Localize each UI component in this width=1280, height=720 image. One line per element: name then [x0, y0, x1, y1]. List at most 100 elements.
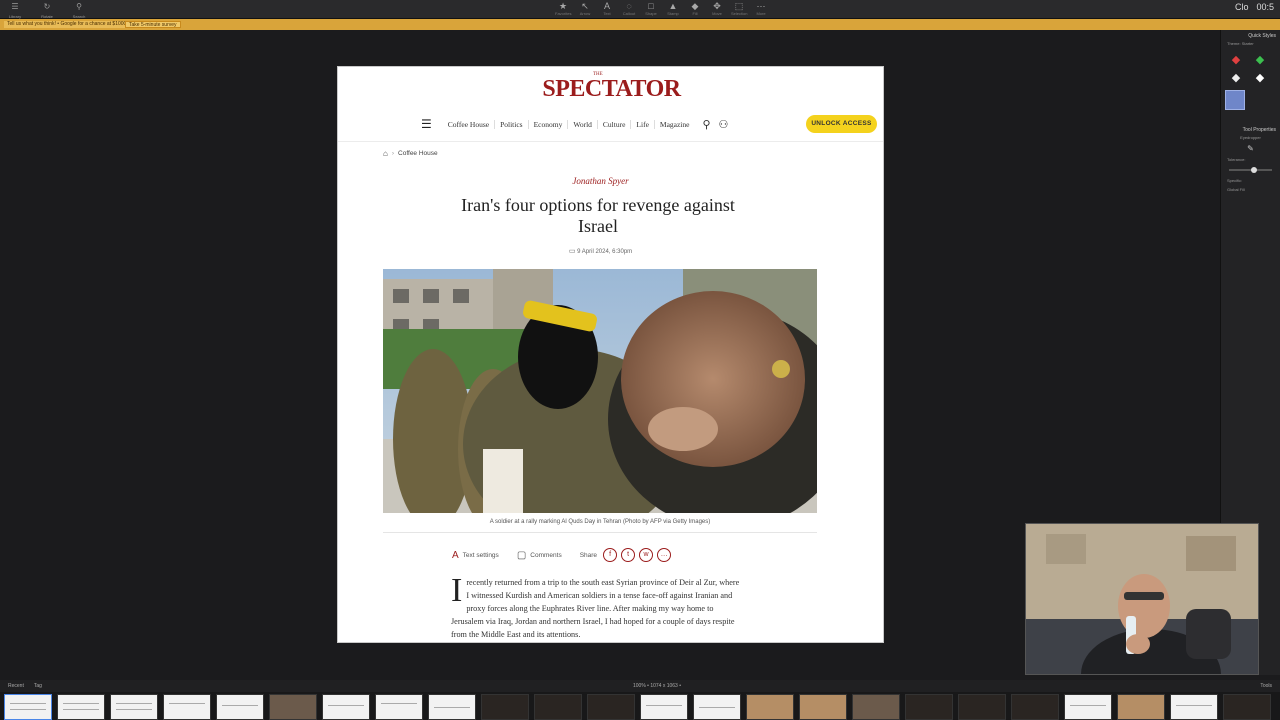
capture-thumbnail[interactable] [1064, 694, 1112, 720]
tools-toggle[interactable]: Tools [1260, 683, 1272, 689]
move-tool[interactable]: ✥ Move [709, 1, 725, 17]
theme-row[interactable]: Theme: Starter [1221, 39, 1280, 48]
rotate-button[interactable]: ↻ Rotate [36, 2, 58, 19]
body-paragraph: recently returned from a trip to the sou… [451, 578, 740, 639]
chevron-right-icon: › [391, 150, 395, 157]
more-share-icon[interactable]: … [657, 548, 672, 562]
nav-item-politics[interactable]: Politics [495, 120, 528, 129]
zoom-readout[interactable]: 100% • 1074 x 1063 • [633, 683, 681, 689]
stamp-tool[interactable]: ▲ Stamp [665, 1, 681, 17]
breadcrumb-coffee-house[interactable]: Coffee House [398, 150, 438, 157]
selection-icon: ⬚ [734, 1, 744, 11]
calendar-icon: ▭ [568, 248, 576, 255]
search-button[interactable]: ⚲ Search [68, 2, 90, 19]
capture-thumbnail[interactable] [746, 694, 794, 720]
article-body: I recently returned from a trip to the s… [451, 572, 743, 641]
capture-thumbnail[interactable] [163, 694, 211, 720]
shape-tool[interactable]: □ Shape [643, 1, 659, 17]
fill-icon: ◆ [691, 1, 699, 11]
callout-tool[interactable]: ◌ Callout [621, 1, 637, 17]
quick-styles-title: Quick Styles [1248, 33, 1276, 39]
survey-banner: Tell us what you think! • Google for a c… [0, 19, 1280, 30]
photo-caption: A soldier at a rally marking Al Quds Day… [489, 519, 711, 525]
search-icon[interactable]: ⚲ [702, 118, 710, 131]
more-tool[interactable]: ⋯ More [753, 1, 769, 17]
capture-thumbnail[interactable] [269, 694, 317, 720]
library-button[interactable]: ☰ Library [4, 2, 26, 19]
capture-thumbnail[interactable] [693, 694, 741, 720]
capture-thumbnail[interactable] [852, 694, 900, 720]
capture-thumbnail[interactable] [799, 694, 847, 720]
annotation-tools: ★ Favorites ↖ Arrow A Text ◌ Callout □ Shape … [555, 1, 769, 17]
home-icon[interactable]: ⌂ [383, 149, 388, 158]
spectator-logo[interactable]: THE SPECTATOR [338, 72, 883, 103]
toolbar-right-status: Clo 00:5 [1235, 2, 1274, 12]
capture-thumbnail[interactable] [322, 694, 370, 720]
share-label: Share [579, 551, 598, 559]
toolbar-left-group: ☰ Library ↻ Rotate ⚲ Search [4, 2, 90, 19]
nav-item-magazine[interactable]: Magazine [655, 120, 695, 129]
capture-thumbnail[interactable] [1223, 694, 1271, 720]
capture-thumbnail[interactable] [1011, 694, 1059, 720]
unlock-access-button[interactable]: UNLOCK ACCESS [806, 115, 877, 133]
eyedropper-icon[interactable]: ✎ [1221, 142, 1280, 155]
selection-tool[interactable]: ⬚ Selection [731, 1, 747, 17]
capture-thumbnail[interactable] [1170, 694, 1218, 720]
account-icon[interactable]: ⚇ [719, 118, 729, 131]
menu-icon[interactable]: ☰ [421, 117, 432, 131]
twitter-icon[interactable]: t [621, 548, 636, 562]
stamp-icon: ▲ [668, 1, 678, 11]
favorites-tool[interactable]: ★ Favorites [555, 1, 571, 17]
recent-filter[interactable]: Recent [8, 683, 24, 689]
capture-thumbnail[interactable] [534, 694, 582, 720]
author-name[interactable]: Jonathan Spyer [338, 176, 863, 186]
selected-style-swatch[interactable] [1225, 90, 1245, 110]
text-settings-button[interactable]: A Text settings [452, 550, 499, 561]
capture-thumbnail[interactable] [375, 694, 423, 720]
app-toolbar: ☰ Library ↻ Rotate ⚲ Search ★ Favorites ↖ Arr… [0, 0, 1280, 19]
capture-thumbnail[interactable] [481, 694, 529, 720]
comments-button[interactable]: ▢ Comments [517, 550, 562, 561]
white-fill-swatch[interactable]: ◆ [1229, 70, 1243, 84]
capture-thumbnail-strip [0, 692, 1280, 720]
capture-thumbnail[interactable] [1117, 694, 1165, 720]
fill-tool[interactable]: ◆ Fill [687, 1, 703, 17]
nav-item-world[interactable]: World [568, 120, 597, 129]
capture-thumbnail[interactable] [905, 694, 953, 720]
capture-thumbnail[interactable] [958, 694, 1006, 720]
capture-thumbnail[interactable] [57, 694, 105, 720]
arrow-tool[interactable]: ↖ Arrow [577, 1, 593, 17]
capture-thumbnail[interactable] [216, 694, 264, 720]
survey-button[interactable]: Take 5-minute survey [125, 21, 181, 28]
capture-thumbnail[interactable] [428, 694, 476, 720]
capture-thumbnail[interactable] [640, 694, 688, 720]
capture-thumbnail[interactable] [587, 694, 635, 720]
red-fill-swatch[interactable]: ◆ [1229, 52, 1243, 66]
white-fill-swatch-2[interactable]: ◆ [1253, 70, 1267, 84]
tolerance-slider[interactable] [1229, 167, 1272, 173]
article-photo [383, 269, 817, 513]
caption-divider [383, 532, 817, 533]
nav-item-life[interactable]: Life [631, 120, 654, 129]
nav-item-economy[interactable]: Economy [529, 120, 568, 129]
move-icon: ✥ [713, 1, 721, 11]
global-fill-checkbox[interactable]: Global Fill [1221, 185, 1280, 194]
banner-message: Tell us what you think! • Google for a c… [4, 21, 131, 28]
capture-thumbnail[interactable] [4, 694, 52, 720]
article-headline: Iran's four options for revenge against … [461, 195, 735, 236]
tag-filter[interactable]: Tag [34, 683, 42, 689]
dropcap: I [451, 572, 463, 609]
header-divider [338, 141, 883, 142]
facebook-icon[interactable]: f [603, 548, 618, 562]
nav-item-culture[interactable]: Culture [598, 120, 631, 129]
account-label[interactable]: Clo [1235, 2, 1249, 12]
whatsapp-icon[interactable]: w [639, 548, 654, 562]
text-tool[interactable]: A Text [599, 1, 615, 17]
capture-thumbnail[interactable] [110, 694, 158, 720]
nav-item-coffee-house[interactable]: Coffee House [443, 120, 494, 129]
green-fill-swatch[interactable]: ◆ [1253, 52, 1267, 66]
captured-webpage: THE SPECTATOR ☰ Coffee House Politics Ec… [337, 66, 884, 643]
eyedropper-label: Eyedropper [1240, 135, 1261, 140]
specific-label: Specific: [1227, 178, 1243, 183]
comment-icon: ▢ [516, 549, 527, 561]
